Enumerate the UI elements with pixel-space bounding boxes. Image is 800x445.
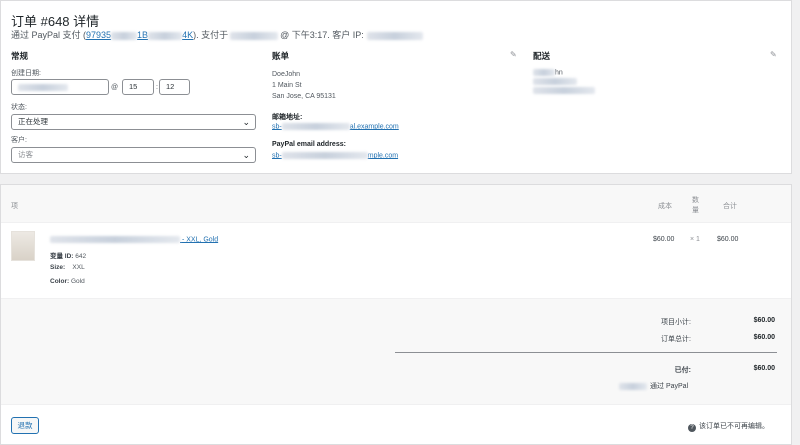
paid-label: 已付: xyxy=(674,367,691,374)
edit-shipping-pencil-icon[interactable]: ✎ xyxy=(770,50,777,59)
items-table-header: 项 成本 数 量 合计 xyxy=(1,185,791,223)
order-total-value: $60.00 xyxy=(753,334,775,341)
billing-city: San Jose, CA 95131 xyxy=(272,93,336,100)
billing-heading: 账单 xyxy=(272,51,290,61)
subtitle-at: @ 下午3:17. 客户 IP: xyxy=(280,30,364,40)
order-details-panel: 订单 #648 详情 通过 PayPal 支付 (97935 1B 4K). 支付于… xyxy=(0,0,792,174)
shipping-name-partial: hn xyxy=(555,69,563,77)
col-total: 合计 xyxy=(723,203,737,210)
billing-name: DoeJohn xyxy=(272,71,301,78)
paypal-email-link[interactable]: sb-mple.com xyxy=(272,152,398,159)
customer-select[interactable]: 访客 ⌄ xyxy=(11,147,256,163)
subtotal-value: $60.00 xyxy=(753,317,775,324)
shipping-address: hn xyxy=(533,69,595,94)
items-footer: 退款 ? 该订单已不可再编辑。 xyxy=(1,404,791,444)
subtotal-label: 项目小计: xyxy=(661,319,691,326)
paid-value: $60.00 xyxy=(753,365,775,372)
order-total-label: 订单总计: xyxy=(661,336,691,343)
chevron-down-icon: ⌄ xyxy=(242,117,250,127)
status-value: 正在处理 xyxy=(18,117,48,126)
status-select[interactable]: 正在处理 ⌄ xyxy=(11,114,256,130)
item-cost: $60.00 xyxy=(653,236,675,243)
order-subtitle: 通过 PayPal 支付 (97935 1B 4K). 支付于 @ 下午3:17. 客… xyxy=(11,28,423,41)
item-total: $60.00 xyxy=(717,236,739,243)
not-editable-note: ? 该订单已不可再编辑。 xyxy=(688,421,769,432)
billing-email-link[interactable]: sb-al.example.com xyxy=(272,123,399,130)
transaction-link[interactable]: 97935 1B 4K xyxy=(86,30,193,40)
subtitle-mid: ). 支付于 xyxy=(193,30,229,40)
subtitle-prefix: 通过 PayPal 支付 ( xyxy=(11,30,87,40)
email-label: 邮箱地址: xyxy=(272,114,303,121)
general-heading: 常规 xyxy=(11,51,29,61)
product-name-link[interactable]: - XXL, Gold xyxy=(50,236,218,243)
billing-street: 1 Main St xyxy=(272,82,302,89)
refund-button[interactable]: 退款 xyxy=(11,417,39,434)
col-qty-line1: 数 xyxy=(692,197,699,204)
created-date-input[interactable] xyxy=(11,79,109,95)
minute-input[interactable]: 12 xyxy=(159,79,190,95)
paypal-email-label: PayPal email address: xyxy=(272,141,346,148)
customer-value: 访客 xyxy=(18,150,33,159)
totals-divider xyxy=(395,352,777,353)
customer-label: 客户: xyxy=(11,137,27,144)
created-date-label: 创建日期: xyxy=(11,70,41,77)
item-qty: × 1 xyxy=(690,236,700,243)
order-items-panel: 项 成本 数 量 合计 - XXL, Gold 变量 ID: 642 Size:… xyxy=(0,184,792,445)
size-meta: Size: XXL xyxy=(50,264,85,271)
col-qty-line2: 量 xyxy=(692,207,699,214)
at-sign: @ xyxy=(111,84,119,91)
color-meta: Color: Gold xyxy=(50,278,85,285)
chevron-down-icon: ⌄ xyxy=(242,150,250,160)
time-colon: : xyxy=(156,84,158,91)
col-item: 项 xyxy=(11,203,18,210)
edit-billing-pencil-icon[interactable]: ✎ xyxy=(510,50,517,59)
order-totals: 项目小计: $60.00 订单总计: $60.00 已付: $60.00 通过 … xyxy=(1,298,791,404)
shipping-heading: 配送 xyxy=(533,51,551,61)
paid-via: 通过 PayPal xyxy=(619,381,688,391)
product-thumbnail xyxy=(11,231,35,261)
variation-id: 变量 ID: 642 xyxy=(50,253,87,260)
status-label: 状态: xyxy=(11,104,27,111)
billing-address: DoeJohn 1 Main St San Jose, CA 95131 xyxy=(272,69,336,102)
col-cost: 成本 xyxy=(658,203,672,210)
hour-input[interactable]: 15 xyxy=(122,79,154,95)
help-icon[interactable]: ? xyxy=(688,424,696,432)
